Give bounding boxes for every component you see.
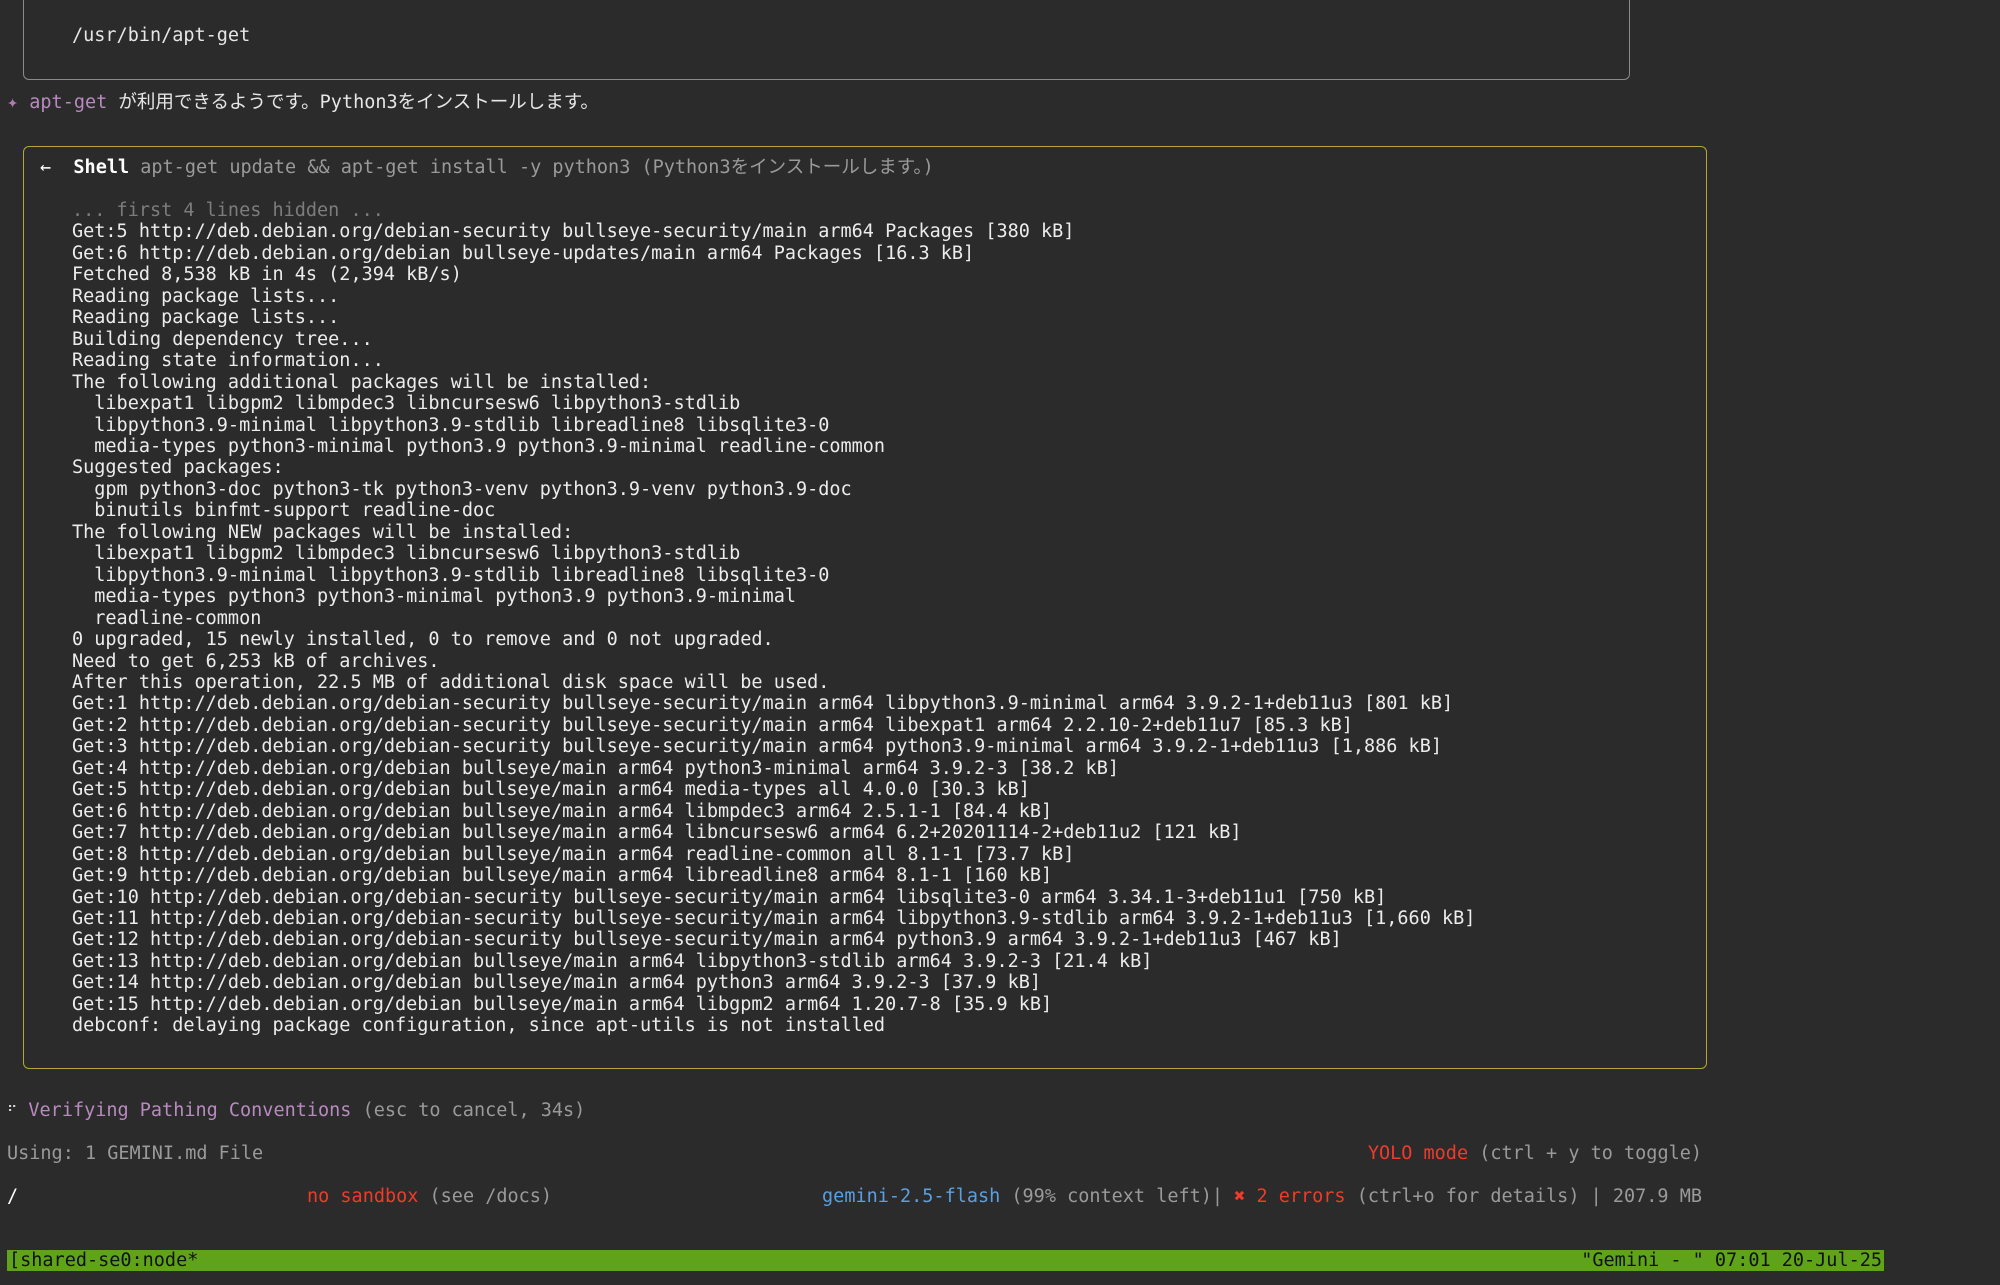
shell-output-line: Get:7 http://deb.debian.org/debian bulls…	[72, 822, 1242, 844]
error-count: 2 errors	[1256, 1186, 1346, 1207]
shell-tool-name: Shell	[73, 157, 130, 178]
shell-output-line: Reading package lists...	[72, 285, 340, 307]
shell-output-line: Get:4 http://deb.debian.org/debian bulls…	[72, 757, 1119, 779]
status-hint: (esc to cancel, 34s)	[362, 1100, 586, 1121]
shell-output-line: After this operation, 22.5 MB of additio…	[72, 671, 830, 693]
shell-output-line: Get:2 http://deb.debian.org/debian-secur…	[72, 714, 1353, 736]
shell-output-line: libexpat1 libgpm2 libmpdec3 libncursesw6…	[94, 393, 741, 415]
shell-output-line: Reading package lists...	[72, 307, 340, 329]
sandbox-indicator: no sandbox (see /docs)	[307, 1186, 552, 1208]
shell-output-line: Get:11 http://deb.debian.org/debian-secu…	[72, 907, 1476, 929]
shell-output-line: gpm python3-doc python3-tk python3-venv …	[94, 478, 852, 500]
memory-usage: | 207.9 MB	[1590, 1186, 1702, 1207]
hidden-lines-note: ... first 4 lines hidden ...	[72, 200, 384, 221]
current-directory: /	[7, 1186, 19, 1207]
shell-output-line: The following NEW packages will be insta…	[72, 521, 574, 543]
arrow-left-icon: ←	[40, 157, 52, 178]
sparkle-icon: ✦	[7, 92, 19, 113]
shell-output-line: binutils binfmt-support readline-doc	[94, 500, 496, 522]
spinner-icon: ⠋	[7, 1104, 18, 1120]
shell-output-line: Get:1 http://deb.debian.org/debian-secur…	[72, 693, 1454, 715]
shell-output-line: Get:8 http://deb.debian.org/debian bulls…	[72, 843, 1075, 865]
shell-tool-box: ← Shell apt-get update && apt-get instal…	[23, 146, 1707, 1069]
shell-command-description: apt-get update && apt-get install -y pyt…	[140, 157, 934, 178]
shell-output-line: Reading state information...	[72, 350, 384, 372]
shell-output-line: Get:3 http://deb.debian.org/debian-secur…	[72, 736, 1442, 758]
status-label: Verifying Pathing Conventions	[28, 1100, 352, 1121]
message-command: apt-get	[29, 92, 108, 113]
error-icon: ✖	[1234, 1186, 1246, 1207]
shell-output-lines: Get:5 http://deb.debian.org/debian-secur…	[72, 221, 1475, 1036]
yolo-toggle-hint: (ctrl + y to toggle)	[1479, 1143, 1702, 1164]
shell-output-line: libpython3.9-minimal libpython3.9-stdlib…	[94, 564, 830, 586]
shell-output-line: Suggested packages:	[72, 457, 284, 479]
tmux-status-bar: [shared-se0:node* "Gemini - " 07:01 20-J…	[7, 1250, 1884, 1271]
shell-header: ← Shell apt-get update && apt-get instal…	[40, 157, 934, 179]
tmux-title-clock: "Gemini - " 07:01 20-Jul-25	[1581, 1250, 1882, 1271]
context-files-info: Using: 1 GEMINI.md File	[7, 1143, 264, 1164]
shell-output-line: Get:12 http://deb.debian.org/debian-secu…	[72, 929, 1342, 951]
shell-output-line: Get:15 http://deb.debian.org/debian bull…	[72, 993, 1053, 1015]
model-name: gemini-2.5-flash	[822, 1186, 1001, 1207]
shell-output-line: readline-common	[94, 607, 262, 629]
shell-output-line: Building dependency tree...	[72, 328, 373, 350]
shell-output-line: Get:5 http://deb.debian.org/debian bulls…	[72, 779, 1030, 801]
sandbox-hint: (see /docs)	[429, 1186, 553, 1207]
shell-output: ... first 4 lines hidden ... Get:5 http:…	[72, 200, 1475, 1037]
shell-output-line: media-types python3-minimal python3.9 py…	[94, 435, 886, 457]
separator: |	[1211, 1186, 1224, 1207]
shell-output-line: Fetched 8,538 kB in 4s (2,394 kB/s)	[72, 264, 462, 286]
shell-output-line: libexpat1 libgpm2 libmpdec3 libncursesw6…	[94, 543, 741, 565]
shell-output-line: Get:6 http://deb.debian.org/debian bulls…	[72, 242, 975, 264]
previous-tool-output-box: /usr/bin/apt-get	[23, 0, 1630, 80]
shell-output-line: Need to get 6,253 kB of archives.	[72, 650, 440, 672]
shell-output-line: The following additional packages will b…	[72, 371, 652, 393]
assistant-message: ✦ apt-get が利用できるようです。Python3をインストールします。	[7, 92, 599, 114]
errors-hint: (ctrl+o for details)	[1356, 1186, 1580, 1207]
shell-output-line: media-types python3 python3-minimal pyth…	[94, 586, 796, 608]
apt-get-path-text: /usr/bin/apt-get	[72, 25, 251, 46]
sandbox-label: no sandbox	[307, 1186, 419, 1207]
shell-output-line: 0 upgraded, 15 newly installed, 0 to rem…	[72, 629, 774, 651]
shell-output-line: Get:10 http://deb.debian.org/debian-secu…	[72, 886, 1387, 908]
model-status: gemini-2.5-flash (99% context left)| ✖ 2…	[822, 1186, 1702, 1208]
shell-output-line: Get:13 http://deb.debian.org/debian bull…	[72, 950, 1153, 972]
shell-output-line: libpython3.9-minimal libpython3.9-stdlib…	[94, 414, 830, 436]
yolo-mode-label: YOLO mode	[1367, 1143, 1469, 1164]
yolo-mode-indicator: YOLO mode (ctrl + y to toggle)	[1368, 1143, 1702, 1165]
message-text: が利用できるようです。Python3をインストールします。	[107, 92, 599, 113]
context-left: (99% context left)	[1011, 1186, 1212, 1207]
tmux-session-window[interactable]: [shared-se0:node*	[9, 1250, 198, 1271]
shell-output-line: Get:5 http://deb.debian.org/debian-secur…	[72, 221, 1075, 243]
shell-output-line: Get:9 http://deb.debian.org/debian bulls…	[72, 865, 1053, 887]
shell-output-line: debconf: delaying package configuration,…	[72, 1015, 886, 1037]
shell-output-line: Get:14 http://deb.debian.org/debian bull…	[72, 972, 1042, 994]
shell-output-line: Get:6 http://deb.debian.org/debian bulls…	[72, 800, 1053, 822]
status-line: ⠋ Verifying Pathing Conventions (esc to …	[7, 1100, 585, 1124]
